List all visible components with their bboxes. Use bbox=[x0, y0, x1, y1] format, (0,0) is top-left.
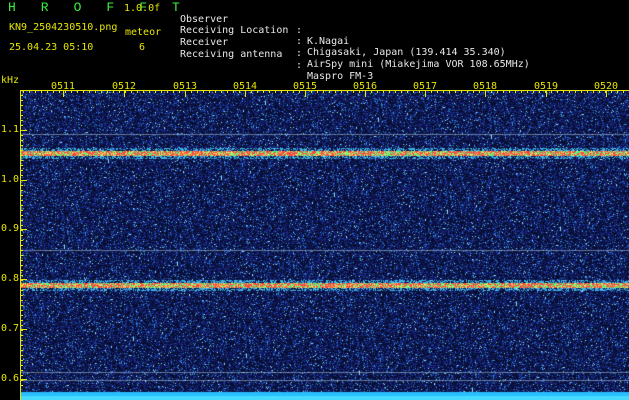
version-label: 1.0.0f bbox=[124, 3, 161, 14]
info-row-location: Receiving Location : Chigasaki, Japan (1… bbox=[180, 14, 506, 58]
waterfall-spectrogram bbox=[20, 90, 629, 400]
x-tick-label: 0517 bbox=[412, 81, 438, 92]
spectrogram-window: { "header": { "app_title": "H R O F F T"… bbox=[0, 0, 629, 400]
info-colon: : bbox=[296, 36, 303, 47]
info-colon: : bbox=[296, 60, 303, 71]
meteor-count: 6 bbox=[139, 42, 146, 53]
unit-label: kHz bbox=[1, 75, 20, 86]
info-value: K.Nagai bbox=[307, 36, 350, 47]
info-colon: : bbox=[296, 25, 303, 36]
x-tick-label: 0519 bbox=[533, 81, 559, 92]
info-colon: : bbox=[296, 48, 303, 59]
x-tick-label: 0518 bbox=[472, 81, 498, 92]
y-tick-label: 1.1 bbox=[1, 124, 20, 135]
y-tick-label: 1.0 bbox=[1, 174, 20, 185]
info-row-antenna: Receiving antenna : Maspro FM-3 bbox=[180, 38, 373, 82]
timestamp-label: 25.04.23 05:10 bbox=[9, 42, 94, 53]
filename-label: KN9_2504230510.png bbox=[9, 22, 118, 33]
y-tick-label: 0.9 bbox=[1, 223, 20, 234]
y-tick-label: 0.8 bbox=[1, 273, 20, 284]
y-tick-label: 0.6 bbox=[1, 373, 20, 384]
info-label: Receiving antenna bbox=[180, 49, 283, 60]
meteor-label: meteor bbox=[125, 27, 162, 38]
x-tick-label: 0513 bbox=[172, 81, 198, 92]
x-tick-label: 0515 bbox=[292, 81, 318, 92]
x-tick-label: 0520 bbox=[593, 81, 619, 92]
x-tick-label: 0514 bbox=[232, 81, 258, 92]
info-row-receiver: Receiver : AirSpy mini (Miakejima VOR 10… bbox=[180, 26, 530, 70]
x-tick-label: 0512 bbox=[111, 81, 137, 92]
info-value: AirSpy mini (Miakejima VOR 108.65MHz) bbox=[307, 59, 530, 70]
app-title: H R O F F T bbox=[8, 0, 189, 15]
x-tick-label: 0511 bbox=[50, 81, 76, 92]
x-tick-label: 0516 bbox=[352, 81, 378, 92]
y-tick-label: 0.7 bbox=[1, 323, 20, 334]
info-value: Chigasaki, Japan (139.414 35.340) bbox=[307, 47, 506, 58]
